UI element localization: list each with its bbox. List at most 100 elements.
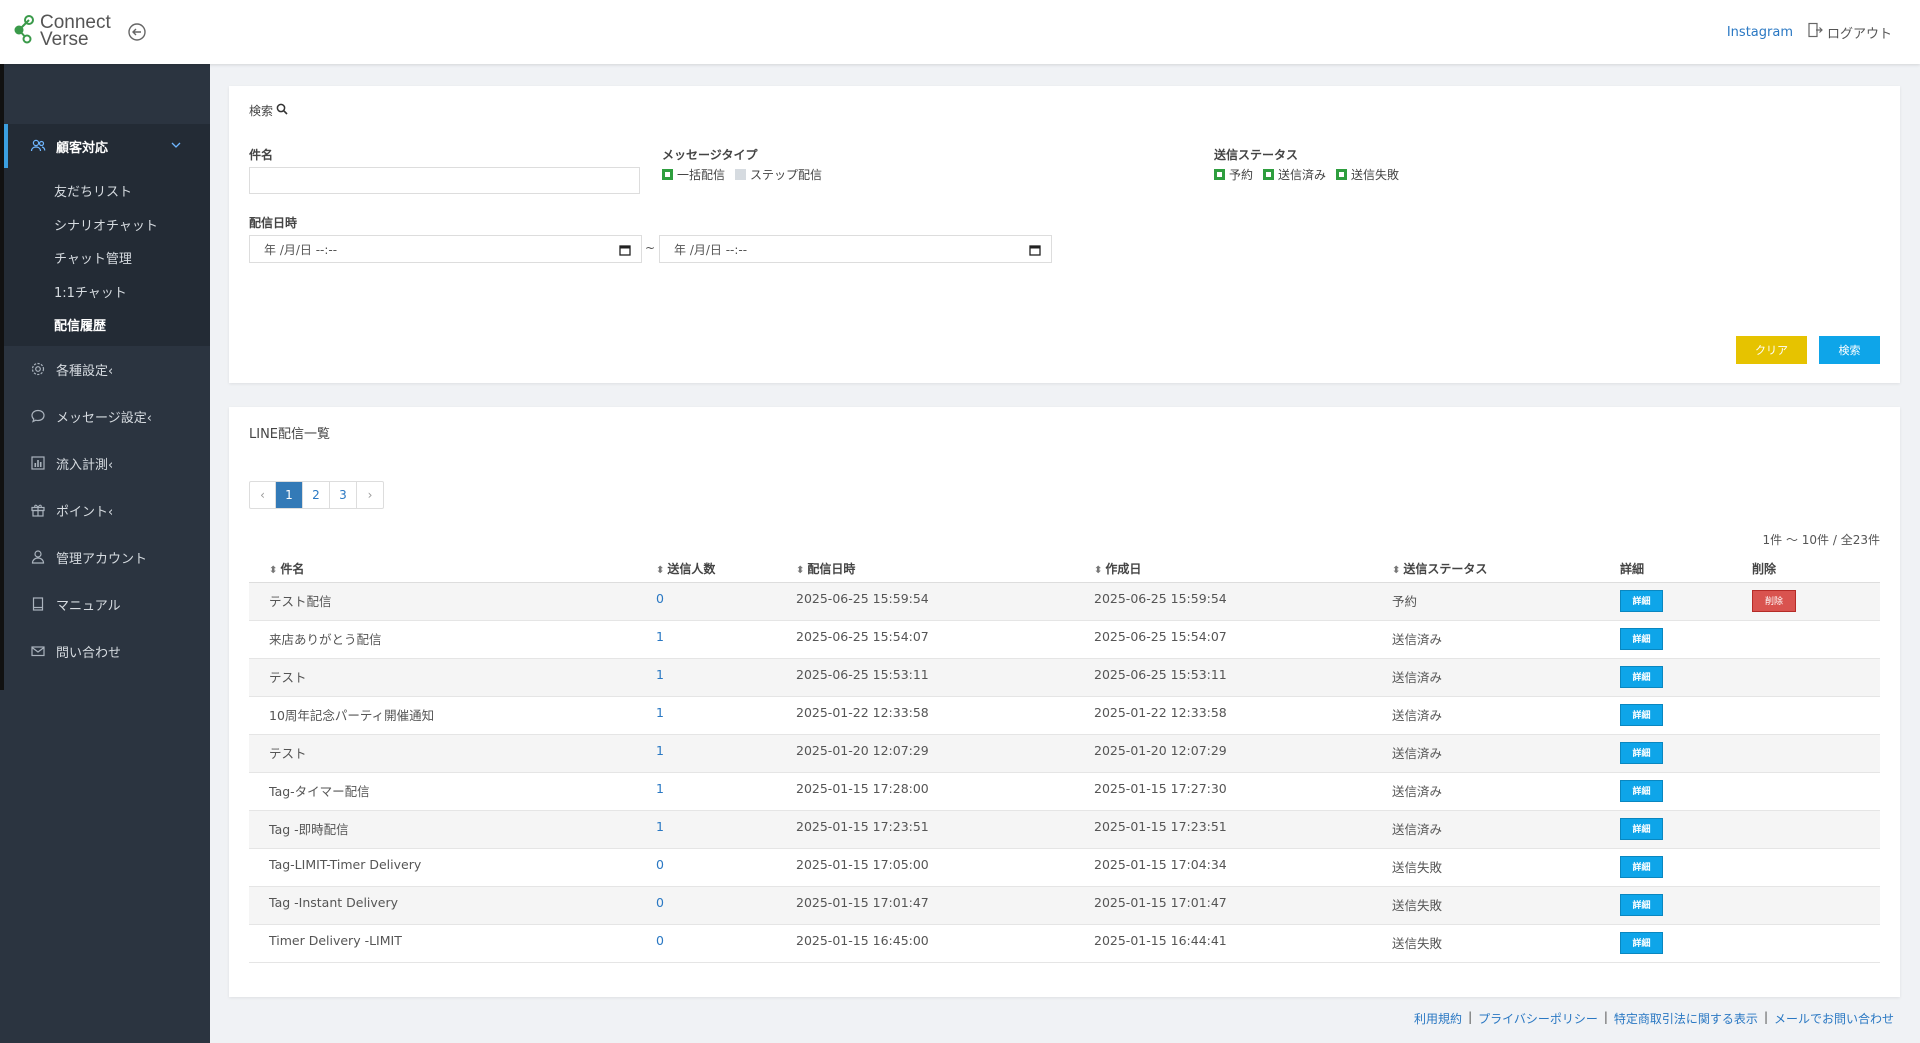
pagination-prev[interactable]: ‹: [250, 482, 275, 508]
search-button[interactable]: 検索: [1819, 336, 1880, 364]
message-type-bulk-checkbox[interactable]: 一括配信: [662, 166, 725, 183]
detail-button[interactable]: 詳細: [1620, 590, 1663, 612]
sidebar-item-points[interactable]: ポイント‹: [4, 487, 210, 534]
calendar-icon[interactable]: [619, 244, 631, 259]
column-header-label: 件名: [280, 562, 305, 576]
detail-button[interactable]: 詳細: [1620, 932, 1663, 954]
logo[interactable]: Connect Verse: [12, 13, 111, 49]
footer-link-commerce-law[interactable]: 特定商取引法に関する表示: [1614, 1010, 1758, 1027]
sort-icon: ⬍: [1392, 565, 1401, 576]
sidebar-item-label: 管理アカウント: [56, 551, 148, 567]
pagination-next[interactable]: ›: [356, 482, 383, 508]
pagination-page-2[interactable]: 2: [302, 482, 329, 508]
cell-delivered: 2025-01-15 17:23:51: [796, 819, 929, 834]
sidebar-item-label: 問い合わせ: [56, 645, 122, 661]
status-failed-checkbox[interactable]: 送信失敗: [1336, 166, 1399, 183]
cell-recipients: 0: [656, 857, 664, 872]
cell-subject: テスト: [269, 670, 307, 685]
cell-delivered: 2025-01-15 17:05:00: [796, 857, 929, 872]
sidebar: 顧客対応 友だちリスト シナリオチャット チャット管理 1:1チャット 配信履歴…: [4, 64, 210, 1043]
detail-button[interactable]: 詳細: [1620, 666, 1663, 688]
column-header-subject[interactable]: ⬍ 件名: [249, 560, 645, 577]
column-header-label: 送信人数: [667, 562, 716, 576]
pagination: ‹ 1 2 3 ›: [249, 481, 384, 509]
cell-created: 2025-01-22 12:33:58: [1094, 705, 1227, 720]
cell-subject: Timer Delivery -LIMIT: [269, 933, 402, 948]
sidebar-item-inflow-tracking[interactable]: 流入計測‹: [4, 440, 210, 487]
detail-button[interactable]: 詳細: [1620, 818, 1663, 840]
detail-button[interactable]: 詳細: [1620, 742, 1663, 764]
cell-created: 2025-01-15 17:27:30: [1094, 781, 1227, 796]
subject-input[interactable]: [249, 167, 640, 194]
cell-delivered: 2025-01-15 17:01:47: [796, 895, 929, 910]
cell-subject: テスト: [269, 746, 307, 761]
pagination-page-3[interactable]: 3: [329, 482, 356, 508]
column-header-created[interactable]: ⬍ 作成日: [1094, 560, 1392, 577]
detail-button[interactable]: 詳細: [1620, 704, 1663, 726]
footer-separator: |: [1468, 1010, 1473, 1024]
detail-button[interactable]: 詳細: [1620, 628, 1663, 650]
table-row: 来店ありがとう配信 1 2025-06-25 15:54:07 2025-06-25 …: [249, 621, 1880, 659]
sidebar-item-contact[interactable]: 問い合わせ: [4, 628, 210, 675]
cell-created: 2025-01-15 16:44:41: [1094, 933, 1227, 948]
sidebar-item-customer-support[interactable]: 顧客対応: [4, 124, 210, 168]
search-panel: 検索 件名 メッセージタイプ 一括配信 ステップ配信 送信ステータス 予約 送信…: [229, 86, 1900, 383]
detail-button[interactable]: 詳細: [1620, 856, 1663, 878]
checkbox-label: 送信失敗: [1351, 168, 1400, 182]
message-type-step-checkbox[interactable]: ステップ配信: [735, 166, 822, 183]
instagram-link[interactable]: Instagram: [1727, 25, 1793, 40]
table-row: Timer Delivery -LIMIT 0 2025-01-15 16:45:0…: [249, 925, 1880, 963]
sidebar-subitem-one-on-one-chat[interactable]: 1:1チャット: [4, 275, 210, 309]
checkbox-label: 予約: [1229, 168, 1254, 182]
sidebar-subitem-scenario-chat[interactable]: シナリオチャット: [4, 208, 210, 242]
detail-button[interactable]: 詳細: [1620, 894, 1663, 916]
sidebar-item-label: 流入計測‹: [56, 457, 114, 473]
chat-bubble-icon: [30, 408, 46, 424]
footer-link-terms[interactable]: 利用規約: [1414, 1010, 1462, 1027]
column-header-detail: 詳細: [1620, 562, 1645, 576]
cell-status: 送信済み: [1392, 822, 1443, 837]
pagination-page-1[interactable]: 1: [275, 482, 302, 508]
sidebar-subitem-friends[interactable]: 友だちリスト: [4, 174, 210, 208]
clear-button[interactable]: クリア: [1736, 336, 1807, 364]
date-to-input[interactable]: 年 /月/日 --:--: [659, 235, 1052, 263]
cell-created: 2025-06-25 15:59:54: [1094, 591, 1227, 606]
table-row: テスト 1 2025-01-20 12:07:29 2025-01-20 12:07:…: [249, 735, 1880, 773]
column-header-delivered[interactable]: ⬍ 配信日時: [796, 560, 1094, 577]
sidebar-item-manual[interactable]: マニュアル: [4, 581, 210, 628]
result-count: 1件 〜 10件 / 全23件: [1762, 533, 1880, 547]
column-header-status[interactable]: ⬍ 送信ステータス: [1392, 560, 1620, 577]
cell-delivered: 2025-01-15 17:28:00: [796, 781, 929, 796]
checkbox-label: ステップ配信: [750, 168, 823, 182]
cell-subject: Tag-タイマー配信: [269, 784, 370, 799]
footer-link-privacy[interactable]: プライバシーポリシー: [1478, 1010, 1598, 1027]
sidebar-subitem-delivery-history[interactable]: 配信履歴: [4, 308, 210, 342]
delete-button[interactable]: 削除: [1752, 590, 1796, 612]
footer-separator: |: [1763, 1010, 1768, 1024]
sidebar-item-message-settings[interactable]: メッセージ設定‹: [4, 393, 210, 440]
sort-icon: ⬍: [656, 565, 665, 576]
status-sent-checkbox[interactable]: 送信済み: [1263, 166, 1326, 183]
checkbox-label: 一括配信: [677, 168, 726, 182]
cell-status: 送信済み: [1392, 670, 1443, 685]
date-from-input[interactable]: 年 /月/日 --:--: [249, 235, 642, 263]
cell-subject: 10周年記念パーティ開催通知: [269, 708, 435, 723]
collapse-sidebar-icon[interactable]: [127, 22, 147, 42]
sidebar-item-label: 各種設定‹: [56, 363, 114, 379]
sidebar-subitem-chat-management[interactable]: チャット管理: [4, 241, 210, 275]
gear-icon: [30, 361, 46, 377]
cell-recipients: 1: [656, 629, 664, 644]
column-header-delete: 削除: [1752, 562, 1777, 576]
detail-button[interactable]: 詳細: [1620, 780, 1663, 802]
footer-link-contact-email[interactable]: メールでお問い合わせ: [1774, 1010, 1894, 1027]
logout-button[interactable]: ログアウト: [1807, 22, 1892, 42]
calendar-icon[interactable]: [1029, 244, 1041, 259]
status-reserved-checkbox[interactable]: 予約: [1214, 166, 1253, 183]
sidebar-item-settings[interactable]: 各種設定‹: [4, 346, 210, 393]
cell-recipients: 0: [656, 591, 664, 606]
date-range-separator: ~: [645, 241, 656, 255]
column-header-recipients[interactable]: ⬍ 送信人数: [645, 560, 796, 577]
logout-icon: [1807, 22, 1823, 42]
cell-status: 送信失敗: [1392, 860, 1443, 875]
sidebar-item-admin-account[interactable]: 管理アカウント: [4, 534, 210, 581]
